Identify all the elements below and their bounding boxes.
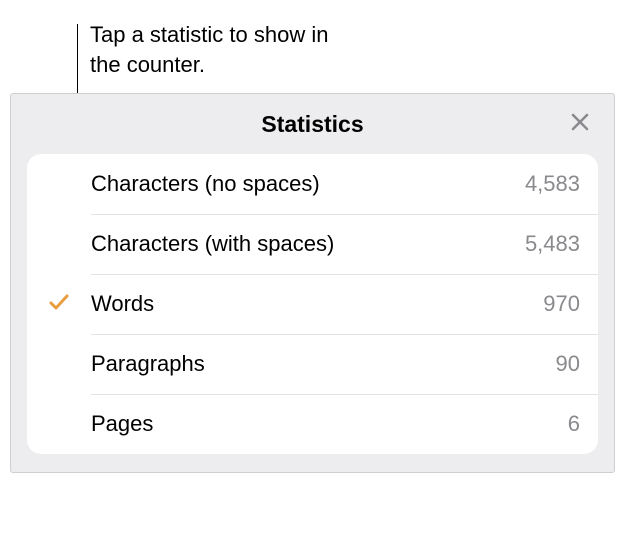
checkmark-slot — [27, 290, 91, 319]
callout-text: Tap a statistic to show in the counter. — [90, 20, 350, 79]
statistics-list: Characters (no spaces) 4,583 Characters … — [27, 154, 598, 454]
stat-label: Words — [91, 291, 543, 317]
stat-label: Paragraphs — [91, 351, 556, 377]
stat-value: 90 — [556, 351, 580, 377]
stat-value: 4,583 — [525, 171, 580, 197]
stat-label: Characters (with spaces) — [91, 231, 525, 257]
panel-title: Statistics — [261, 111, 363, 138]
stat-value: 5,483 — [525, 231, 580, 257]
stat-label: Pages — [91, 411, 568, 437]
stat-value: 6 — [568, 411, 580, 437]
stat-row-words[interactable]: Words 970 — [27, 274, 598, 334]
panel-header: Statistics — [11, 94, 614, 154]
stat-row-characters-with-spaces[interactable]: Characters (with spaces) 5,483 — [27, 214, 598, 274]
close-button[interactable] — [566, 110, 594, 138]
checkmark-icon — [47, 290, 71, 319]
stat-row-pages[interactable]: Pages 6 — [27, 394, 598, 454]
close-icon — [570, 112, 590, 137]
stat-row-characters-no-spaces[interactable]: Characters (no spaces) 4,583 — [27, 154, 598, 214]
stat-value: 970 — [543, 291, 580, 317]
stat-label: Characters (no spaces) — [91, 171, 525, 197]
stat-row-paragraphs[interactable]: Paragraphs 90 — [27, 334, 598, 394]
statistics-panel: Statistics Characters (no spaces) 4,583 … — [10, 93, 615, 473]
